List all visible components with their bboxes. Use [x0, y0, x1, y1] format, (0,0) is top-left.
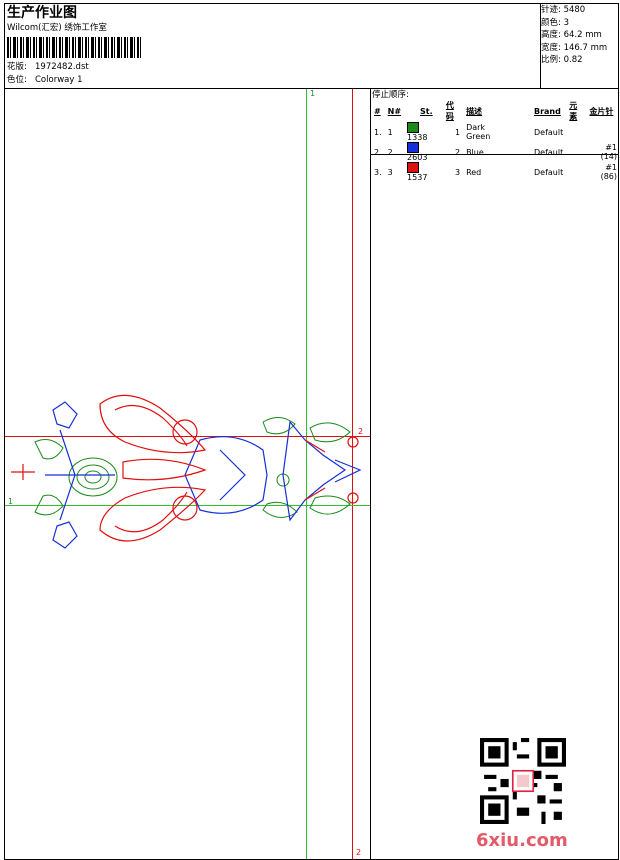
design-value: 1972482.dst	[35, 62, 89, 72]
stats-list: 针迹: 5480 颜色: 3 高度: 64.2 mm 宽度: 146.7 mm …	[541, 4, 619, 67]
guide-label-v1: 1	[310, 89, 316, 98]
colorway-value: Colorway 1	[35, 75, 83, 85]
table-header-row: # N# St. 代码 描述 Brand 元素 金片针	[371, 100, 620, 122]
col-code: 代码	[445, 101, 454, 121]
color-swatch	[407, 142, 420, 153]
qr-code	[480, 738, 566, 824]
stat-width: 宽度: 146.7 mm	[541, 42, 608, 53]
guide-label-v2: 2	[356, 848, 362, 857]
col-desc: 描述	[466, 106, 483, 116]
subtitle: Wilcom(汇宏) 绣饰工作室	[7, 23, 107, 33]
stop-sequence-table: # N# St. 代码 描述 Brand 元素 金片针 1. 1 1338 1 …	[371, 100, 620, 182]
stat-stitches: 针迹: 5480	[541, 5, 586, 15]
stat-colors: 颜色: 3	[541, 17, 569, 28]
col-st: St.	[420, 106, 433, 116]
barcode	[7, 37, 141, 58]
table-row: 2. 2 2603 2 Blue Default #1 (14)	[374, 142, 617, 162]
col-element: 元素	[569, 101, 578, 121]
col-n: N#	[387, 106, 402, 116]
color-swatch	[407, 162, 420, 173]
stop-sequence-title: 停止顺序:	[372, 90, 409, 100]
col-sequin: 金片针	[589, 106, 614, 116]
table-row: 1. 1 1338 1 Dark Green Default	[374, 122, 564, 142]
page-title: 生产作业图	[7, 5, 77, 21]
table-row: 3. 3 1537 3 Red Default #1 (86)	[374, 162, 617, 182]
watermark: 6xiu.com	[476, 830, 568, 851]
design-label: 花版:	[7, 62, 27, 72]
color-swatch	[407, 122, 420, 133]
col-brand: Brand	[533, 106, 561, 116]
embroidery-design	[11, 394, 362, 549]
stat-scale: 比例: 0.82	[541, 55, 583, 65]
colorway-label: 色位:	[7, 75, 27, 85]
stat-height: 高度: 64.2 mm	[541, 30, 602, 40]
col-num: #	[374, 106, 381, 116]
